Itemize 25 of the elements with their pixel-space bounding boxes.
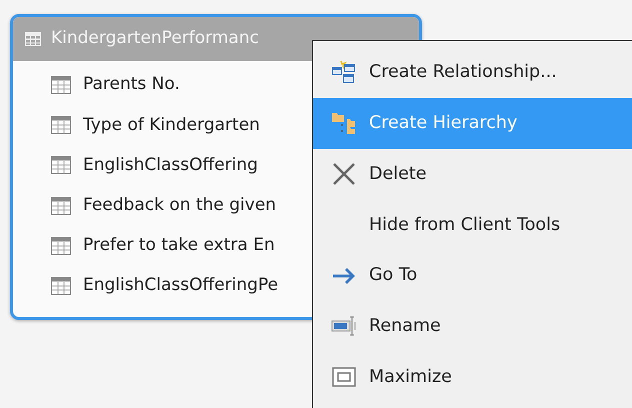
menu-item[interactable]: Maximize: [313, 352, 632, 403]
column-name[interactable]: Type of Kindergarten: [83, 112, 260, 138]
column-icon: [51, 156, 71, 174]
menu-item[interactable]: Go To: [313, 250, 632, 301]
linked-tables-icon: [331, 60, 357, 84]
column-icon: [51, 277, 71, 296]
column-name[interactable]: Parents No.: [83, 72, 180, 98]
column-icon: [51, 236, 71, 255]
menu-item[interactable]: Delete: [313, 148, 632, 200]
hierarchy-icon: [331, 111, 357, 136]
column-icon: [51, 196, 71, 215]
menu-item[interactable]: Rename: [313, 300, 632, 352]
column-name[interactable]: Prefer to take extra En: [83, 233, 275, 259]
table-title: KindergartenPerformanc: [51, 27, 259, 50]
rename-icon: [331, 314, 357, 338]
table-icon: [25, 32, 41, 46]
column-name[interactable]: EnglishClassOffering: [83, 152, 258, 178]
column-name[interactable]: EnglishClassOfferingPe: [83, 273, 278, 299]
close-icon: [331, 162, 357, 186]
column-icon: [51, 76, 71, 94]
column-icon: [51, 116, 71, 134]
maximize-icon: [331, 365, 357, 390]
menu-item[interactable]: Hide from Client Tools: [313, 199, 632, 250]
column-name[interactable]: Feedback on the given: [83, 192, 276, 218]
menu-item[interactable]: Create Relationship...: [313, 47, 632, 98]
